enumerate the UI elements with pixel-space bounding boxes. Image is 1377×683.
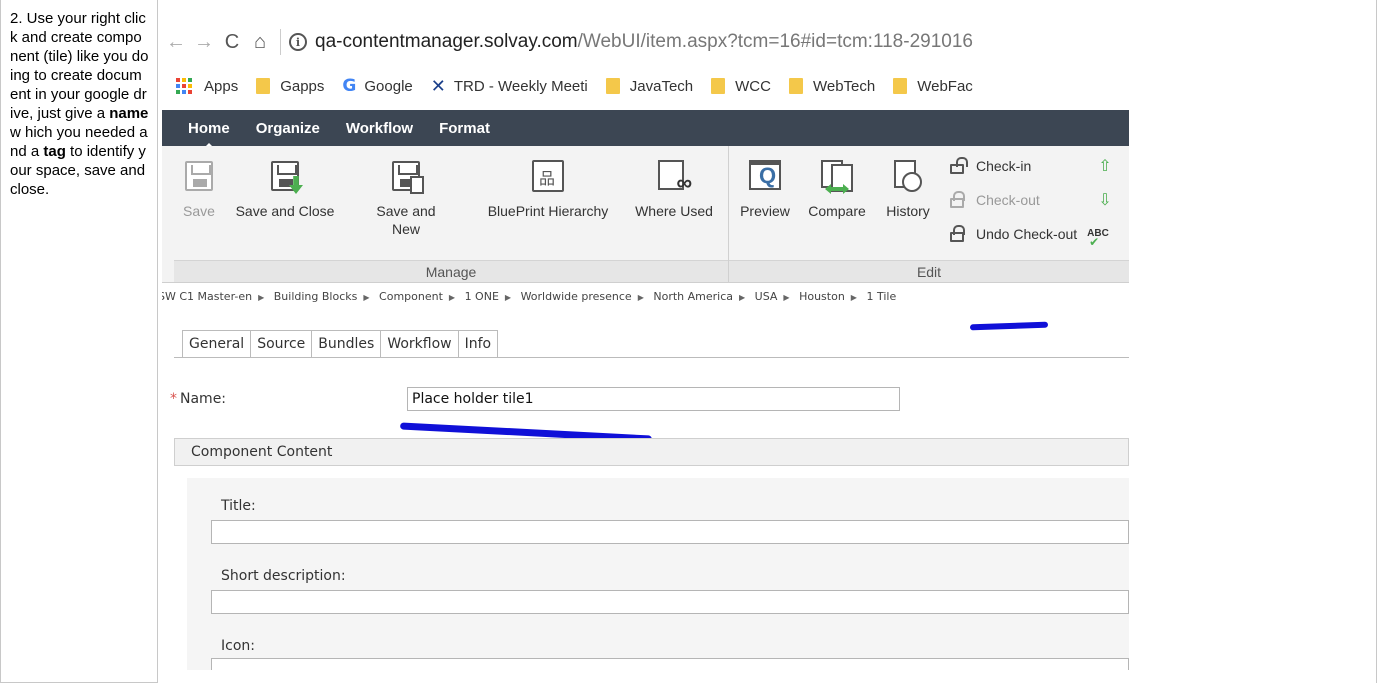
required-mark: *	[170, 391, 177, 407]
history-button[interactable]: History	[878, 146, 938, 220]
crumb[interactable]: USA	[755, 290, 778, 303]
crumb[interactable]: Building Blocks	[274, 290, 358, 303]
component-content-header[interactable]: Component Content	[174, 438, 1129, 466]
crumb-current: 1 Tile	[866, 290, 897, 303]
lock-icon	[950, 191, 965, 208]
menu-workflow[interactable]: Workflow	[346, 120, 413, 137]
menu-organize[interactable]: Organize	[256, 120, 320, 137]
unlock-icon	[950, 157, 968, 174]
save-close-icon	[267, 158, 303, 194]
hierarchy-icon	[530, 158, 566, 194]
undo-check-out-button[interactable]: Undo Check-out ABC	[948, 225, 1115, 248]
crumb[interactable]: Component	[379, 290, 443, 303]
annotation-stroke	[969, 321, 1049, 331]
save-icon	[181, 158, 217, 194]
preview-button[interactable]: Preview	[734, 146, 796, 220]
history-icon	[890, 158, 926, 194]
breadcrumb: SW C1 Master-en ▶ Building Blocks ▶ Compon…	[162, 290, 896, 303]
embedded-screenshot: ← → C ⌂ i qa-contentmanager.solvay.com/W…	[162, 0, 1129, 670]
url-text[interactable]: qa-contentmanager.solvay.com/WebUI/item.…	[315, 31, 973, 53]
icon-input[interactable]	[211, 658, 1129, 670]
short-description-input[interactable]	[211, 590, 1129, 614]
bold-name: name	[109, 105, 149, 122]
x-logo-icon: ✕	[430, 75, 446, 96]
check-out-button[interactable]: Check-out	[948, 191, 1040, 208]
tab-general[interactable]: General	[182, 330, 252, 358]
short-description-label: Short description:	[221, 568, 346, 584]
crumb[interactable]: SW C1 Master-en	[162, 290, 252, 303]
check-in-button[interactable]: Check-in	[948, 157, 1031, 174]
folder-icon	[893, 78, 908, 94]
crumb[interactable]: North America	[653, 290, 733, 303]
bookmark-webfac[interactable]: WebFac	[893, 78, 973, 95]
google-icon: G	[342, 76, 357, 96]
preview-icon	[747, 158, 783, 194]
binoculars-icon	[656, 158, 692, 196]
green-up-arrow-icon[interactable]: ⇧	[1096, 158, 1124, 176]
group-edit-label: Edit	[729, 260, 1129, 282]
app-top-menu: Home Organize Workflow Format	[162, 110, 1129, 149]
name-label: * Name:	[170, 391, 227, 407]
blueprint-hierarchy-button[interactable]: BluePrint Hierarchy	[478, 146, 618, 220]
bookmark-trd-weekly[interactable]: ✕ TRD - Weekly Meeti	[431, 76, 588, 97]
icon-label: Icon:	[221, 638, 255, 654]
folder-icon	[256, 78, 271, 94]
bookmark-gapps[interactable]: Gapps	[256, 78, 324, 95]
tab-workflow[interactable]: Workflow	[381, 330, 459, 358]
compare-button[interactable]: Compare	[802, 146, 872, 220]
save-and-close-button[interactable]: Save and Close	[228, 146, 342, 220]
menu-home[interactable]: Home	[188, 120, 230, 149]
browser-address-bar: ← → C ⌂ i qa-contentmanager.solvay.com/W…	[162, 24, 1129, 60]
address-separator	[280, 29, 281, 55]
tab-bar: General Source Bundles Workflow Info	[182, 330, 499, 358]
bookmark-google[interactable]: G Google	[342, 76, 412, 96]
undo-lock-icon	[950, 225, 965, 242]
bookmark-javatech[interactable]: JavaTech	[605, 78, 693, 95]
folder-icon	[711, 78, 726, 94]
title-label: Title:	[221, 498, 256, 514]
save-button[interactable]: Save	[176, 146, 222, 220]
bookmark-webtech[interactable]: WebTech	[788, 78, 875, 95]
ribbon-toolbar: Save Save and Close Save and New BluePri…	[162, 146, 1129, 283]
forward-arrow-icon[interactable]: →	[190, 28, 218, 56]
tab-info[interactable]: Info	[458, 330, 499, 358]
tab-underline	[174, 357, 1129, 358]
instruction-text: 2. Use your right click and create compo…	[10, 10, 149, 198]
compare-icon	[819, 158, 855, 194]
bookmark-wcc[interactable]: WCC	[711, 78, 771, 95]
folder-icon	[788, 78, 803, 94]
spellcheck-icon[interactable]: ABC	[1087, 229, 1109, 248]
save-new-icon	[388, 158, 424, 194]
apps-grid-icon	[176, 78, 192, 94]
title-input[interactable]	[211, 520, 1129, 544]
where-used-button[interactable]: Where Used	[628, 146, 720, 220]
home-icon[interactable]: ⌂	[246, 28, 274, 56]
bookmark-apps[interactable]: Apps	[162, 78, 238, 95]
tab-bundles[interactable]: Bundles	[312, 330, 382, 358]
folder-icon	[605, 78, 620, 94]
crumb[interactable]: Houston	[799, 290, 845, 303]
info-icon[interactable]: i	[289, 33, 307, 51]
back-arrow-icon[interactable]: ←	[162, 28, 190, 56]
bookmarks-bar: Apps Gapps G Google ✕ TRD - Weekly Meeti…	[162, 72, 1129, 100]
bold-tag: tag	[43, 143, 66, 160]
green-down-arrow-icon[interactable]: ⇩	[1096, 192, 1124, 210]
name-input[interactable]: Place holder tile1	[407, 387, 900, 411]
crumb[interactable]: 1 ONE	[465, 290, 499, 303]
save-and-new-button[interactable]: Save and New	[376, 146, 436, 238]
reload-icon[interactable]: C	[218, 28, 246, 56]
group-manage-label: Manage	[174, 260, 728, 282]
crumb[interactable]: Worldwide presence	[521, 290, 632, 303]
menu-format[interactable]: Format	[439, 120, 490, 137]
instruction-cell: 2. Use your right click and create compo…	[0, 0, 158, 683]
tab-source[interactable]: Source	[251, 330, 313, 358]
